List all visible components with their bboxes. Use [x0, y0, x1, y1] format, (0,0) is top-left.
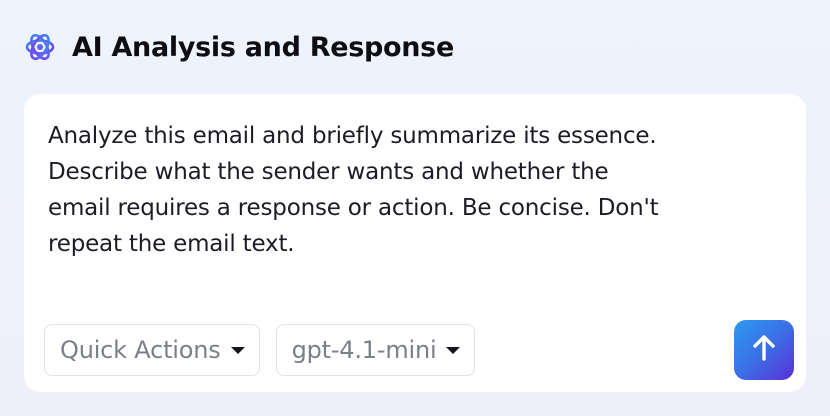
send-button[interactable] — [734, 320, 794, 380]
caret-down-icon — [230, 346, 245, 354]
quick-actions-dropdown[interactable]: Quick Actions — [44, 324, 260, 376]
quick-actions-label: Quick Actions — [60, 336, 221, 364]
model-select-dropdown[interactable]: gpt-4.1-mini — [275, 324, 476, 376]
caret-down-icon — [446, 346, 461, 354]
prompt-toolbar: Quick Actions gpt-4.1-mini — [44, 324, 476, 376]
panel-header: AI Analysis and Response — [24, 28, 454, 66]
prompt-card: Analyze this email and briefly summarize… — [24, 94, 806, 392]
ai-sparkle-icon — [24, 31, 56, 63]
arrow-up-icon — [749, 333, 779, 367]
model-select-label: gpt-4.1-mini — [291, 336, 437, 364]
panel-title: AI Analysis and Response — [72, 31, 454, 63]
prompt-text[interactable]: Analyze this email and briefly summarize… — [48, 118, 788, 262]
